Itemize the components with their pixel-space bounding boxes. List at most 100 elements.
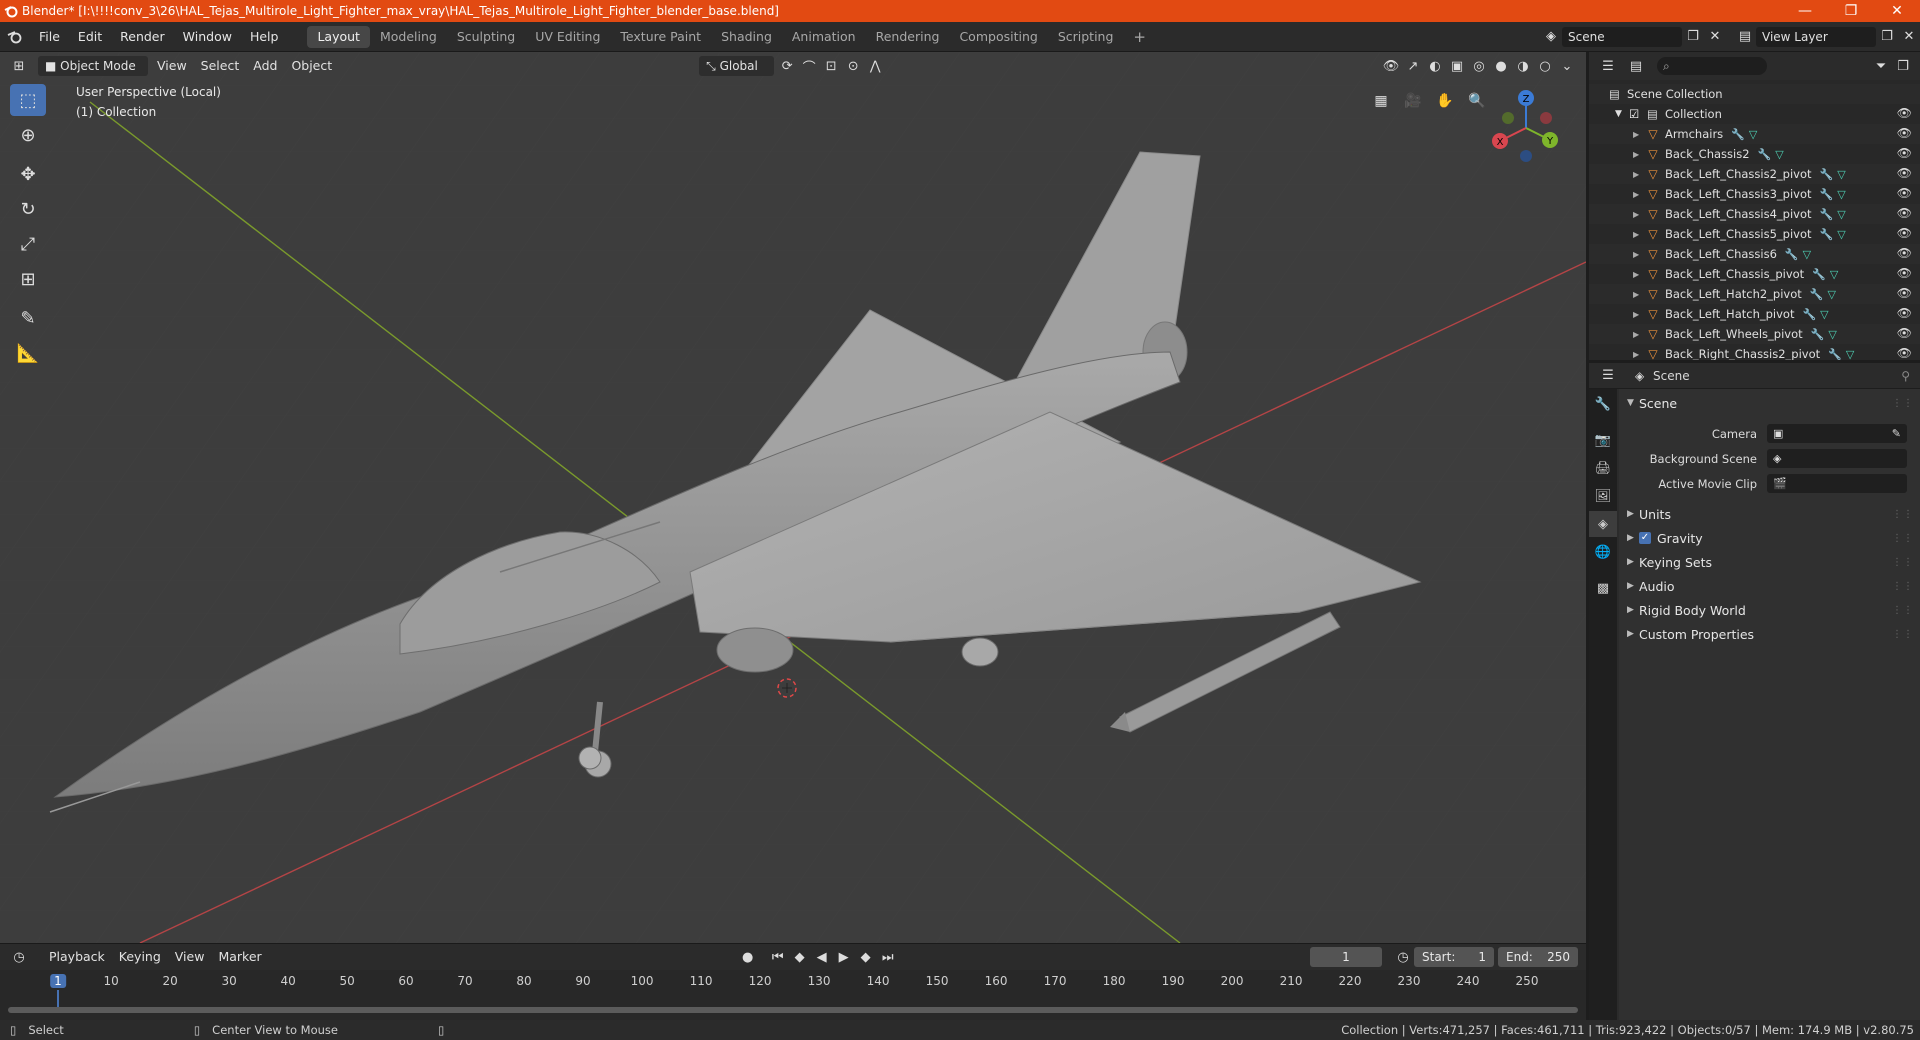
- modifier-icon[interactable]: 🔧: [1812, 268, 1826, 281]
- eye-icon[interactable]: 👁: [1897, 126, 1912, 140]
- menu-render[interactable]: Render: [111, 26, 174, 48]
- menu-playback[interactable]: Playback: [42, 947, 112, 967]
- custom-properties-panel-header[interactable]: ▶ Custom Properties ⋮⋮: [1619, 622, 1920, 646]
- modifier-icon[interactable]: 🔧: [1810, 288, 1824, 301]
- scene-collection-row[interactable]: ▤ Scene Collection: [1589, 84, 1920, 104]
- collection-checkbox[interactable]: ☑: [1629, 107, 1647, 121]
- view-layer-field[interactable]: View Layer: [1756, 26, 1876, 47]
- world-tab-icon[interactable]: 🌐: [1589, 539, 1617, 565]
- menu-view[interactable]: View: [150, 56, 194, 76]
- new-view-layer-icon[interactable]: ❐: [1876, 27, 1898, 47]
- eye-icon[interactable]: 👁: [1897, 226, 1912, 240]
- tab-sculpting[interactable]: Sculpting: [447, 26, 525, 48]
- toggle-grid-icon[interactable]: ▦: [1368, 88, 1394, 114]
- output-tab-icon[interactable]: 🖨: [1589, 455, 1617, 481]
- modifier-icon[interactable]: 🔧: [1820, 208, 1834, 221]
- outliner-search-input[interactable]: ⌕: [1657, 57, 1767, 75]
- eyedropper-icon[interactable]: ✎: [1892, 424, 1901, 443]
- display-mode-icon[interactable]: ▤: [1625, 56, 1647, 76]
- camera-field[interactable]: ▣ ✎: [1767, 424, 1907, 443]
- outliner-item[interactable]: ▶ ▽ Back_Left_Hatch_pivot 🔧 ▽ 👁: [1589, 304, 1920, 324]
- drag-handle-icon[interactable]: ⋮⋮: [1892, 629, 1914, 640]
- menu-file[interactable]: File: [30, 26, 69, 48]
- collapse-arrow-icon[interactable]: ▼: [1615, 109, 1629, 119]
- tab-layout[interactable]: Layout: [307, 25, 370, 48]
- outliner-item[interactable]: ▶ ▽ Back_Left_Chassis5_pivot 🔧 ▽ 👁: [1589, 224, 1920, 244]
- eye-icon[interactable]: 👁: [1897, 186, 1912, 200]
- tab-compositing[interactable]: Compositing: [949, 26, 1047, 48]
- eye-icon[interactable]: 👁: [1897, 346, 1912, 360]
- pivot-point-icon[interactable]: ⟳: [776, 56, 798, 76]
- expand-arrow-icon[interactable]: ▶: [1633, 230, 1645, 239]
- gizmo-toggle-icon[interactable]: ↗: [1402, 56, 1424, 76]
- falloff-icon[interactable]: ⋀: [864, 56, 886, 76]
- pin-icon[interactable]: ⚲: [1901, 369, 1910, 383]
- mesh-data-icon[interactable]: ▽: [1828, 328, 1836, 341]
- jump-start-icon[interactable]: ⏮: [767, 947, 789, 967]
- modifier-icon[interactable]: 🔧: [1820, 168, 1834, 181]
- eye-icon[interactable]: 👁: [1897, 246, 1912, 260]
- drag-handle-icon[interactable]: ⋮⋮: [1892, 605, 1914, 616]
- scene-panel-header[interactable]: ▼ Scene ⋮⋮: [1619, 391, 1920, 415]
- prev-keyframe-icon[interactable]: ◆: [789, 947, 811, 967]
- view-layer-tab-icon[interactable]: 🖼: [1589, 483, 1617, 509]
- keying-sets-panel-header[interactable]: ▶ Keying Sets ⋮⋮: [1619, 550, 1920, 574]
- outliner-item[interactable]: ▶ ▽ Armchairs 🔧 ▽ 👁: [1589, 124, 1920, 144]
- measure-tool[interactable]: 📐: [10, 337, 46, 369]
- tab-scripting[interactable]: Scripting: [1048, 26, 1124, 48]
- wireframe-shading-icon[interactable]: ◎: [1468, 56, 1490, 76]
- outliner-item[interactable]: ▶ ▽ Back_Left_Chassis6 🔧 ▽ 👁: [1589, 244, 1920, 264]
- play-reverse-icon[interactable]: ◀: [811, 947, 833, 967]
- menu-help[interactable]: Help: [241, 26, 288, 48]
- eye-icon[interactable]: 👁: [1897, 326, 1912, 340]
- units-panel-header[interactable]: ▶ Units ⋮⋮: [1619, 502, 1920, 526]
- mesh-data-icon[interactable]: ▽: [1837, 188, 1845, 201]
- outliner-item[interactable]: ▶ ▽ Back_Left_Chassis3_pivot 🔧 ▽ 👁: [1589, 184, 1920, 204]
- menu-marker[interactable]: Marker: [211, 947, 268, 967]
- menu-add[interactable]: Add: [246, 56, 284, 76]
- eye-icon[interactable]: 👁: [1897, 166, 1912, 180]
- modifier-icon[interactable]: 🔧: [1731, 128, 1745, 141]
- tool-tab-icon[interactable]: 🔧: [1589, 391, 1617, 417]
- delete-view-layer-icon[interactable]: ✕: [1898, 27, 1920, 47]
- drag-handle-icon[interactable]: ⋮⋮: [1892, 557, 1914, 568]
- modifier-icon[interactable]: 🔧: [1811, 328, 1825, 341]
- expand-arrow-icon[interactable]: ▶: [1633, 170, 1645, 179]
- modifier-icon[interactable]: 🔧: [1785, 248, 1799, 261]
- drag-handle-icon[interactable]: ⋮⋮: [1892, 533, 1914, 544]
- editor-type-icon[interactable]: ⊞: [8, 56, 30, 76]
- audio-panel-header[interactable]: ▶ Audio ⋮⋮: [1619, 574, 1920, 598]
- mesh-data-icon[interactable]: ▽: [1803, 248, 1811, 261]
- mesh-data-icon[interactable]: ▽: [1820, 308, 1828, 321]
- mesh-data-icon[interactable]: ▽: [1837, 208, 1845, 221]
- texture-tab-icon[interactable]: ▩: [1589, 575, 1617, 601]
- expand-arrow-icon[interactable]: ▶: [1633, 270, 1645, 279]
- snap-target-icon[interactable]: ⊡: [820, 56, 842, 76]
- outliner-item[interactable]: ▶ ▽ Back_Chassis2 🔧 ▽ 👁: [1589, 144, 1920, 164]
- modifier-icon[interactable]: 🔧: [1802, 308, 1816, 321]
- drag-handle-icon[interactable]: ⋮⋮: [1892, 581, 1914, 592]
- expand-arrow-icon[interactable]: ▶: [1633, 290, 1645, 299]
- expand-arrow-icon[interactable]: ▶: [1633, 250, 1645, 259]
- eye-icon[interactable]: 👁: [1897, 286, 1912, 300]
- end-frame-field[interactable]: End: 250: [1498, 947, 1578, 967]
- modifier-icon[interactable]: 🔧: [1820, 188, 1834, 201]
- properties-editor-type-icon[interactable]: ☰: [1597, 366, 1619, 386]
- menu-edit[interactable]: Edit: [69, 26, 111, 48]
- timeline-ruler[interactable]: 1 10 20 30 40 50 60 70 80 90 100 110 120 130 140 150 160…: [0, 973, 1586, 991]
- menu-select[interactable]: Select: [194, 56, 247, 76]
- pan-view-icon[interactable]: ✋: [1432, 88, 1458, 114]
- new-collection-icon[interactable]: ❐: [1892, 56, 1914, 76]
- tab-shading[interactable]: Shading: [711, 26, 782, 48]
- proportional-edit-icon[interactable]: ⊙: [842, 56, 864, 76]
- eye-icon[interactable]: 👁: [1897, 106, 1912, 120]
- snap-icon[interactable]: ⌒: [798, 56, 820, 76]
- active-movie-clip-field[interactable]: 🎬: [1767, 474, 1907, 493]
- expand-arrow-icon[interactable]: ▶: [1633, 150, 1645, 159]
- gravity-panel-header[interactable]: ▶ ✓ Gravity ⋮⋮: [1619, 526, 1920, 550]
- background-scene-field[interactable]: ◈: [1767, 449, 1907, 468]
- outliner-item[interactable]: ▶ ▽ Back_Left_Hatch2_pivot 🔧 ▽ 👁: [1589, 284, 1920, 304]
- visibility-icon[interactable]: 👁: [1380, 56, 1402, 76]
- outliner-editor-type-icon[interactable]: ☰: [1597, 56, 1619, 76]
- eye-icon[interactable]: 👁: [1897, 306, 1912, 320]
